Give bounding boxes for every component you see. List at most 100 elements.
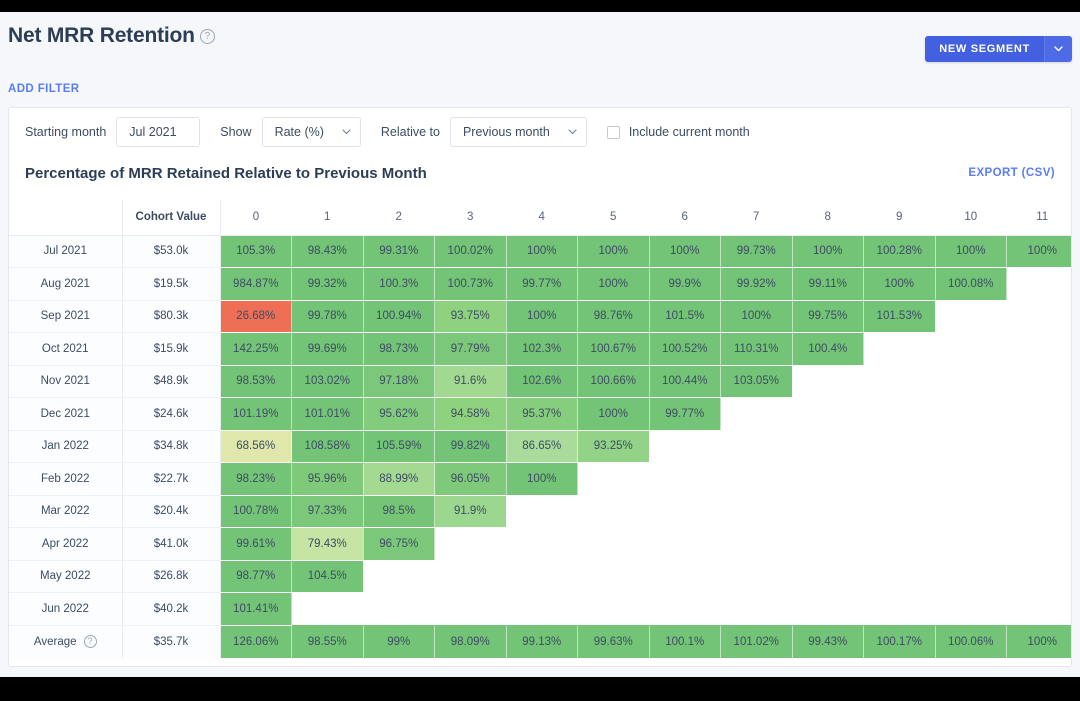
cohort-cell[interactable]: 101.01% [291,397,364,431]
cohort-cell[interactable]: 100% [935,235,1007,268]
cohort-cell[interactable]: 95.62% [363,397,435,431]
cohort-cell[interactable]: 99.13% [506,624,578,658]
cohort-cell[interactable]: 100.08% [935,267,1007,301]
cohort-cell[interactable]: 102.3% [506,332,578,366]
cohort-cell[interactable]: 100.67% [577,332,650,366]
cohort-cell[interactable]: 68.56% [220,430,292,463]
cohort-cell[interactable]: 105.59% [363,430,435,463]
cohort-cell[interactable]: 98.55% [291,624,364,658]
cohort-cell[interactable]: 100% [720,300,793,333]
cohort-cell[interactable]: 97.79% [434,332,507,366]
cohort-cell[interactable]: 26.68% [220,300,292,333]
starting-month-input[interactable]: Jul 2021 [116,117,201,147]
cohort-cell[interactable]: 101.02% [720,624,793,658]
cohort-cell[interactable]: 100.1% [649,624,721,658]
cohort-cell[interactable]: 126.06% [220,624,292,658]
cohort-cell[interactable]: 99.78% [291,300,364,333]
cohort-cell[interactable]: 97.18% [363,365,435,398]
cohort-cell[interactable]: 99.11% [792,267,864,301]
cohort-cell[interactable]: 99.69% [291,332,364,366]
cohort-cell[interactable]: 100.02% [434,235,507,268]
cohort-cell[interactable]: 99.77% [506,267,578,301]
cohort-cell[interactable]: 99.92% [720,267,793,301]
include-current-month-checkbox[interactable]: Include current month [606,125,750,139]
cohort-cell[interactable]: 99.61% [220,527,292,561]
cohort-cell[interactable]: 100% [506,300,578,333]
cohort-cell[interactable]: 100.66% [577,365,650,398]
cohort-cell[interactable]: 99.43% [792,624,864,658]
cohort-cell[interactable]: 100% [506,462,578,496]
cohort-cell[interactable]: 108.58% [291,430,364,463]
cohort-cell[interactable]: 86.65% [506,430,578,463]
cohort-cell[interactable]: 99.82% [434,430,507,463]
cohort-cell[interactable]: 101.53% [863,300,936,333]
cohort-cell[interactable]: 110.31% [720,332,793,366]
cohort-cell[interactable]: 98.76% [577,300,650,333]
cohort-cell[interactable]: 99.9% [649,267,721,301]
cohort-cell[interactable]: 95.37% [506,397,578,431]
cohort-cell[interactable]: 101.19% [220,397,292,431]
cohort-cell[interactable]: 93.25% [577,430,650,463]
cohort-cell[interactable]: 93.75% [434,300,507,333]
cohort-cell[interactable]: 100.06% [935,624,1007,658]
cohort-cell[interactable]: 103.02% [291,365,364,398]
cohort-cell[interactable]: 101.41% [220,592,292,626]
cohort-cell[interactable]: 100.44% [649,365,721,398]
cohort-cell[interactable]: 99.63% [577,624,650,658]
cohort-cell[interactable]: 98.53% [220,365,292,398]
cohort-cell[interactable]: 99.31% [363,235,435,268]
cohort-cell[interactable]: 98.43% [291,235,364,268]
chevron-down-icon[interactable] [1044,36,1072,62]
export-csv-button[interactable]: EXPORT (CSV) [968,167,1055,179]
cohort-cell[interactable]: 100.78% [220,495,292,528]
question-circle-icon[interactable]: ? [199,29,215,44]
cohort-cell[interactable]: 91.6% [434,365,507,398]
cohort-cell[interactable]: 91.9% [434,495,507,528]
cohort-cell[interactable]: 99.77% [649,397,721,431]
cohort-cell[interactable]: 100% [506,235,578,268]
cohort-cell[interactable]: 99.32% [291,267,364,301]
cohort-cell[interactable]: 96.05% [434,462,507,496]
cohort-cell[interactable]: 102.6% [506,365,578,398]
cohort-cell[interactable]: 79.43% [291,527,364,561]
cohort-cell[interactable]: 88.99% [363,462,435,496]
question-circle-icon[interactable]: ? [83,635,97,648]
checkbox-box[interactable] [606,125,620,139]
cohort-cell[interactable]: 98.09% [434,624,507,658]
cohort-cell[interactable]: 98.23% [220,462,292,496]
cohort-cell[interactable]: 99% [363,624,435,658]
cohort-cell[interactable]: 100% [577,397,650,431]
new-segment-button[interactable]: NEW SEGMENT [925,36,1072,62]
cohort-cell[interactable]: 100.28% [863,235,936,268]
cohort-cell[interactable]: 100.4% [792,332,864,366]
cohort-cell[interactable]: 101.5% [649,300,721,333]
cohort-cell[interactable]: 100% [1006,235,1071,268]
relative-to-select[interactable]: Previous month [449,117,587,147]
cohort-cell[interactable]: 103.05% [720,365,793,398]
add-filter-button[interactable]: ADD FILTER [8,83,80,95]
cohort-cell[interactable]: 95.96% [291,462,364,496]
cohort-cell[interactable]: 984.87% [220,267,292,301]
cohort-cell[interactable]: 100% [1006,624,1071,658]
cohort-cell[interactable]: 98.73% [363,332,435,366]
cohort-cell[interactable]: 100.73% [434,267,507,301]
cohort-cell[interactable]: 97.33% [291,495,364,528]
cohort-cell[interactable]: 94.58% [434,397,507,431]
cohort-cell[interactable]: 100.17% [863,624,936,658]
cohort-cell[interactable]: 105.3% [220,235,292,268]
cohort-cell[interactable]: 100% [792,235,864,268]
cohort-cell[interactable]: 100% [649,235,721,268]
cohort-cell[interactable]: 96.75% [363,527,435,561]
cohort-cell[interactable]: 100% [577,235,650,268]
cohort-cell[interactable]: 100.3% [363,267,435,301]
cohort-cell[interactable]: 100.52% [649,332,721,366]
cohort-cell[interactable]: 142.25% [220,332,292,366]
cohort-cell[interactable]: 98.77% [220,560,292,593]
show-select[interactable]: Rate (%) [261,117,361,147]
cohort-cell[interactable]: 98.5% [363,495,435,528]
cohort-cell[interactable]: 104.5% [291,560,364,593]
cohort-cell[interactable]: 100% [863,267,936,301]
cohort-cell[interactable]: 100% [577,267,650,301]
cohort-cell[interactable]: 99.73% [720,235,793,268]
new-segment-label[interactable]: NEW SEGMENT [925,36,1044,62]
